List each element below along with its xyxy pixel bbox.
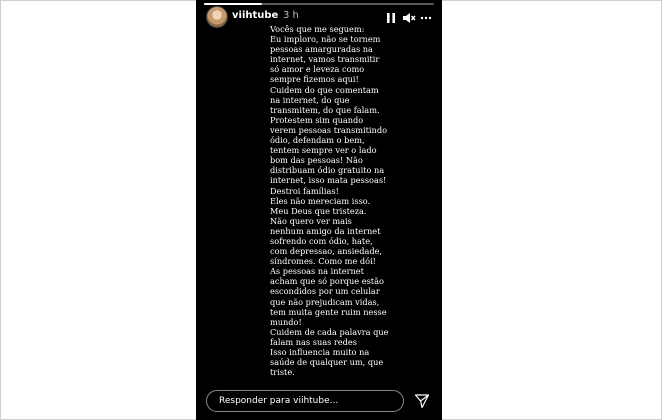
caption-line: tem muita gente ruim nesse [270,306,387,317]
caption-line: distribuam ódio gratuito na [270,165,385,176]
caption-line: que não prejudicam vidas, [270,296,380,307]
caption-line: transmitem, do que falam. [270,104,380,115]
caption-line: só amor e leveza como [270,64,365,75]
timestamp: 3 h [283,10,299,21]
caption-line: síndromes. Como me dói! [270,256,376,267]
avatar[interactable] [206,6,228,28]
caption-line: Cuidem do que comentam [270,84,379,95]
caption-line: Meu Deus que tristeza. [270,205,367,216]
caption-line: As pessoas na internet [270,266,364,277]
caption-line: ódio, defendam o bem, [270,135,365,146]
caption-line: na internet, do que [270,94,350,105]
caption-line: Cuidem de cada palavra que [270,326,389,337]
caption-line: sofrendo com ódio, hate, [270,235,373,246]
caption-line: triste. [270,367,295,378]
story-caption: Vocês que me seguem: Eu imploro, não se t… [270,24,440,377]
caption-line: sempre fizemos aqui! [270,74,359,85]
caption-line: Protestem sim quando [270,114,364,125]
caption-line: internet, isso mata pessoas! [270,175,387,186]
caption-line: falam nas suas redes [270,336,357,347]
caption-line: tentem sempre ver o lado [270,145,377,156]
caption-line: acham que só porque estão [270,276,384,287]
story-progress-bar [204,3,434,5]
caption-line: mundo! [270,316,302,327]
caption-line: Eu imploro, não se tornem [270,34,381,45]
caption-line: pessoas amarguradas na [270,44,373,55]
username[interactable]: viihtube [232,10,278,21]
caption-line: bom das pessoas! Não [270,155,363,166]
caption-line: Vocês que me seguem: [270,24,365,34]
caption-line: Destroi famílias! [270,185,339,196]
instagram-story[interactable]: viihtube 3 h Vocês que me seguem: Eu impl… [196,0,442,420]
caption-line: Eles não mereciam isso. [270,195,371,206]
caption-line: escondidos por um celular [270,286,380,297]
caption-line: Isso influencia muito na [270,347,370,357]
send-icon[interactable] [414,393,430,413]
caption-line: Não quero ver mais [270,215,352,226]
caption-line: com depressao, ansiedade, [270,246,383,257]
caption-line: nenhum amigo da internet [270,225,381,236]
caption-line: verem pessoas transmitindo [270,124,387,135]
caption-line: saúde de qualquer um, que [270,357,384,368]
reply-input[interactable]: Responder para viihtube... [206,390,404,412]
story-progress-fill [204,3,262,5]
caption-line: internet, vamos transmitir [270,54,380,65]
